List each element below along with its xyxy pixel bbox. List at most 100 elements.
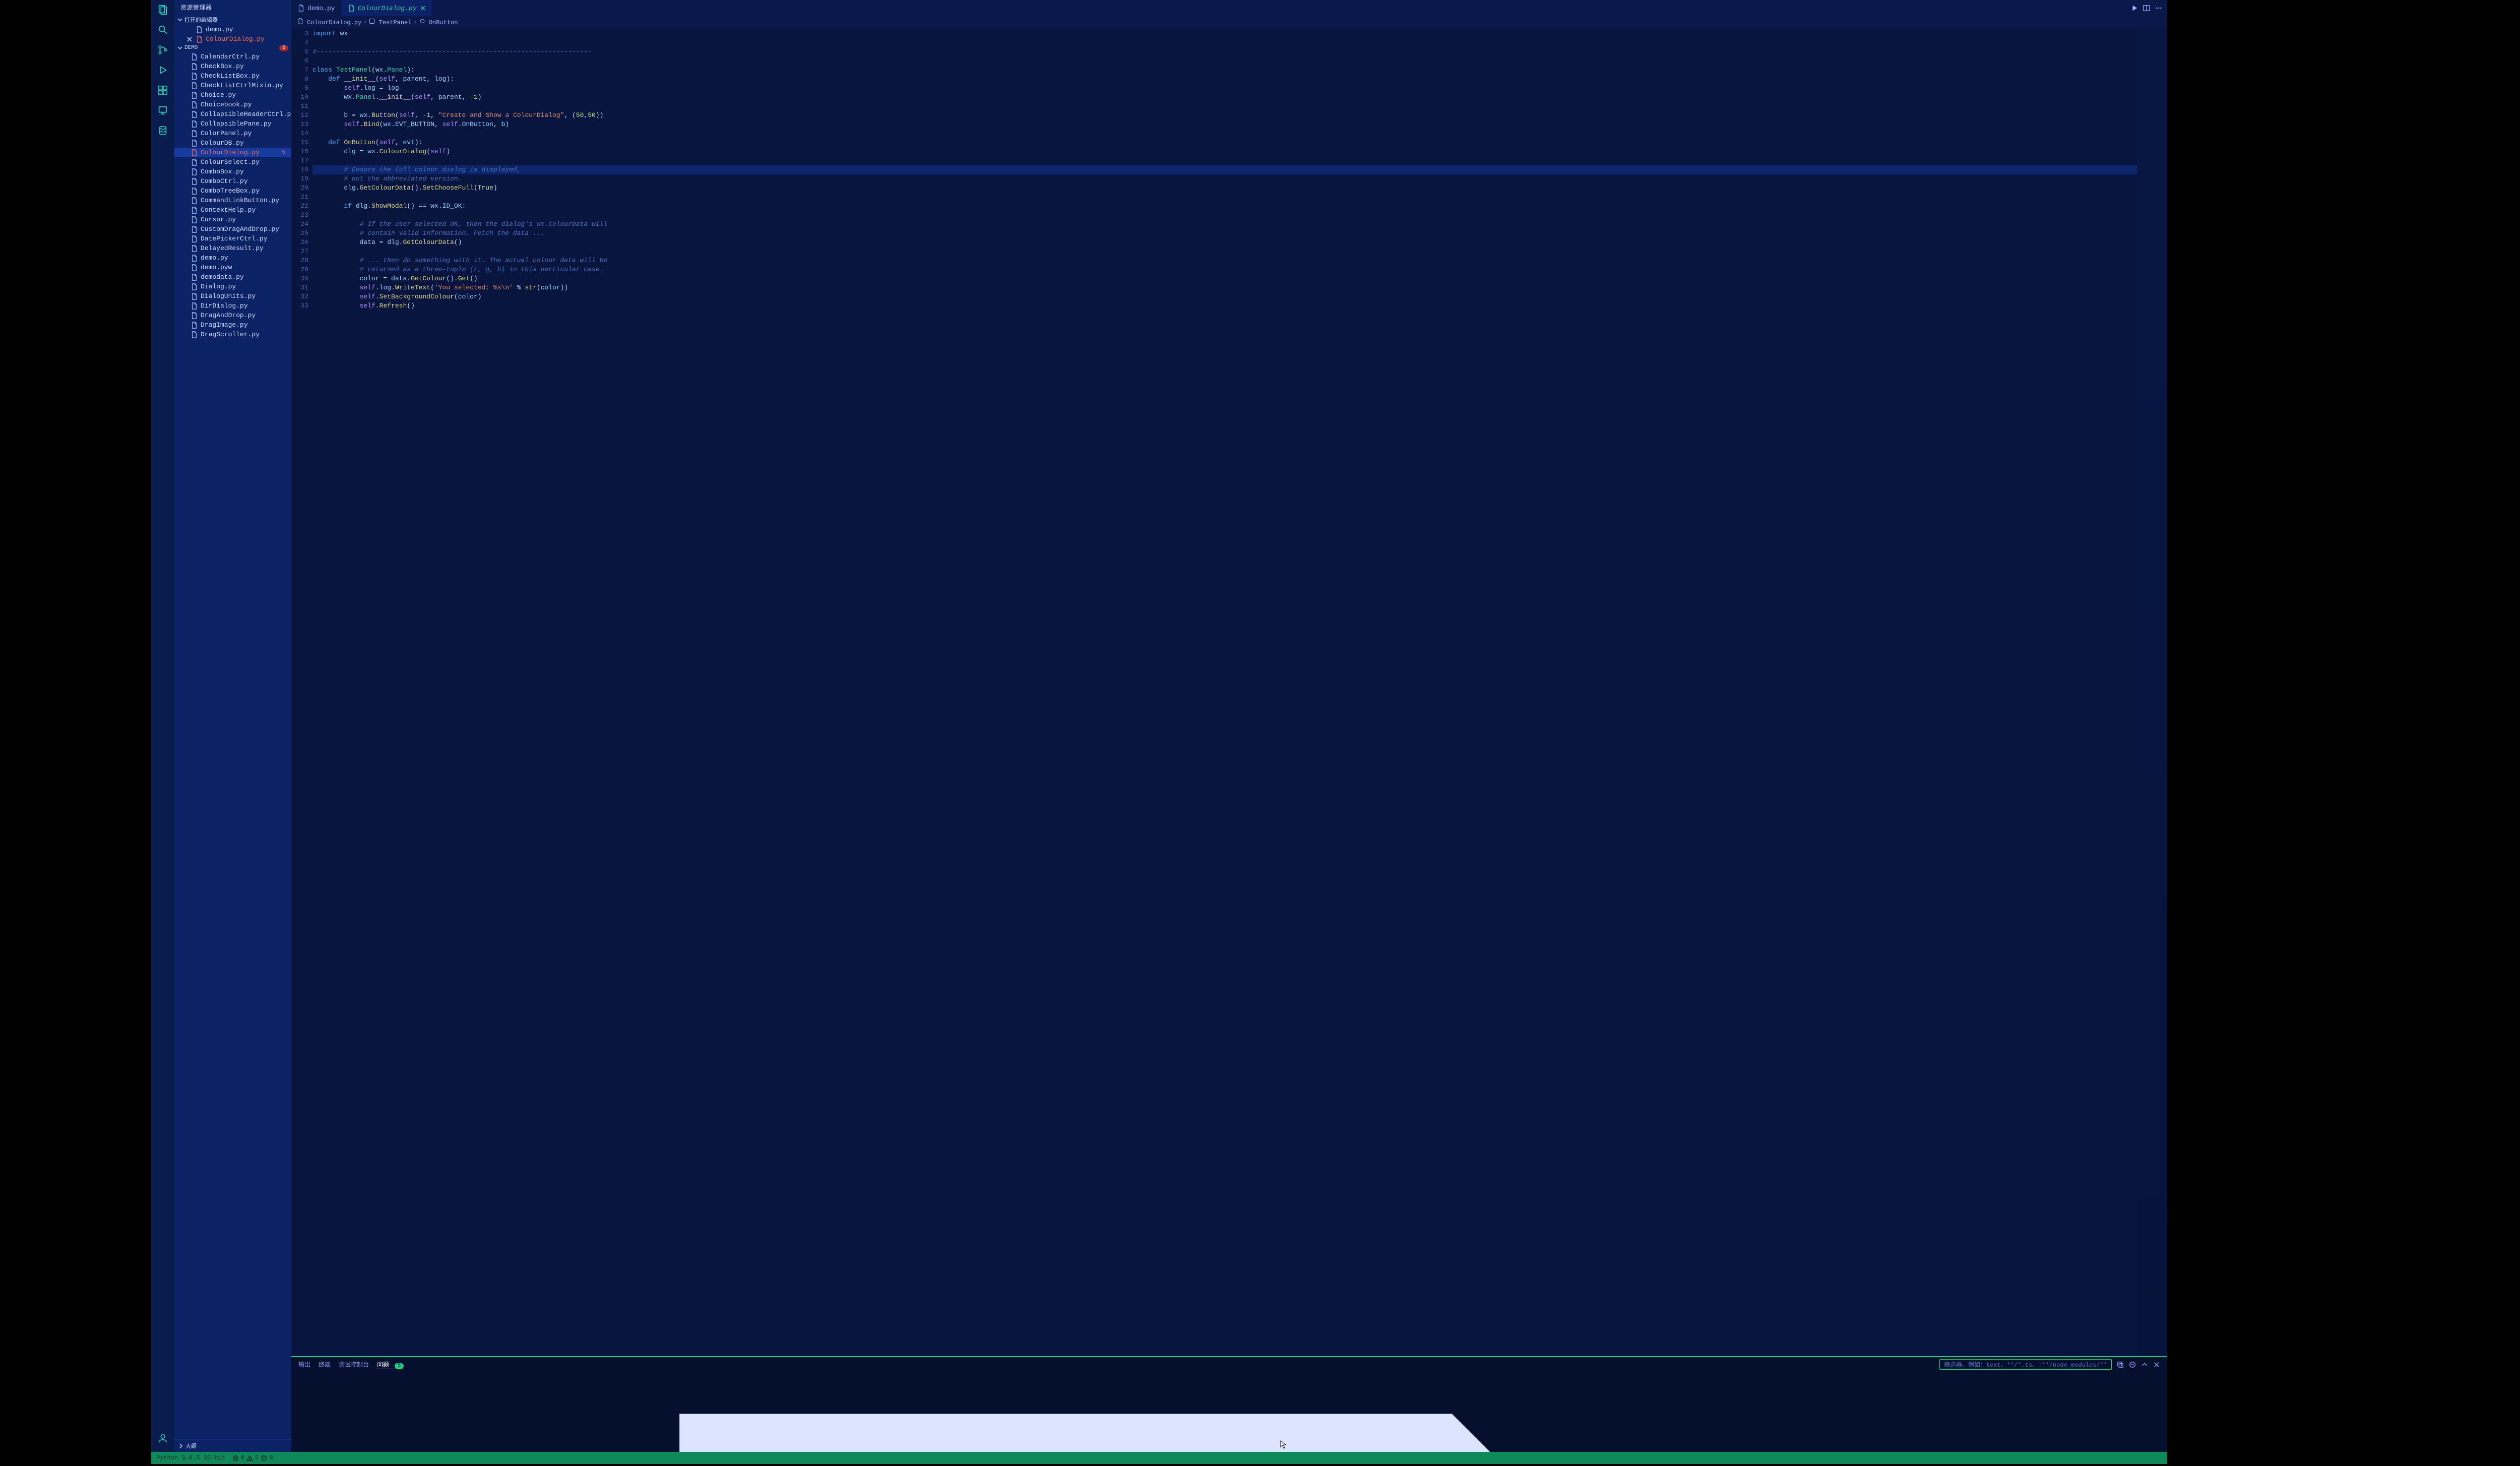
file-tree-item[interactable]: DragImage.py (174, 320, 291, 330)
file-icon (191, 207, 198, 214)
maximize-panel-icon[interactable] (2141, 1361, 2148, 1368)
file-tree-item[interactable]: CollapsibleHeaderCtrl.py (174, 109, 291, 119)
account-icon[interactable] (157, 1433, 168, 1444)
file-icon (191, 53, 198, 60)
file-tree-item[interactable]: Choice.py (174, 90, 291, 100)
open-editor-item[interactable]: ColourDialog.py (174, 34, 291, 44)
file-icon (191, 168, 198, 175)
file-tree-item[interactable]: CheckListBox.py (174, 71, 291, 81)
tab-problems[interactable]: 问题 5 (377, 1360, 404, 1369)
file-tree-item[interactable]: DirDialog.py (174, 301, 291, 311)
open-editors-list: demo.pyColourDialog.py (174, 25, 291, 44)
file-tree-item[interactable]: ComboCtrl.py (174, 176, 291, 186)
database-icon[interactable] (157, 125, 168, 136)
code-editor[interactable]: 3456789101112131415161718192021222324252… (291, 28, 2167, 1356)
run-debug-icon[interactable] (157, 65, 168, 76)
file-tree-item[interactable]: DialogUnits.py (174, 291, 291, 301)
file-tree-item[interactable]: CustomDragAndDrop.py (174, 224, 291, 234)
search-icon[interactable] (157, 24, 168, 35)
source-control-icon[interactable] (157, 44, 168, 55)
remote-icon[interactable] (157, 105, 168, 116)
file-tree-item[interactable]: DragScroller.py (174, 330, 291, 339)
file-icon (191, 245, 198, 252)
file-icon (191, 216, 198, 223)
file-icon (196, 26, 203, 33)
file-tree-item[interactable]: DelayedResult.py (174, 243, 291, 253)
chevron-right-icon (178, 1443, 183, 1448)
file-tree-item[interactable]: ColorPanel.py (174, 129, 291, 138)
breadcrumb-item[interactable]: OnButton (419, 18, 458, 26)
file-icon (305, 1375, 2092, 1452)
split-editor-icon[interactable] (2143, 5, 2150, 12)
file-tree-item[interactable]: DatePickerCtrl.py (174, 234, 291, 243)
open-editor-item[interactable]: demo.py (174, 25, 291, 34)
file-icon (191, 140, 198, 147)
editor-tab[interactable]: ColourDialog.py (342, 0, 432, 16)
file-problem-badge: 5 (282, 150, 288, 156)
file-tree-item[interactable]: ComboBox.py (174, 167, 291, 176)
file-icon (191, 331, 198, 338)
problems-list: ColourDialog.py 5 Module 'wx' has no 'Pa… (291, 1372, 2167, 1452)
extensions-icon[interactable] (157, 85, 168, 96)
tab-terminal[interactable]: 终端 (319, 1360, 331, 1369)
file-tree-item[interactable]: ColourSelect.py (174, 157, 291, 167)
file-tree-item[interactable]: CollapsiblePane.py (174, 119, 291, 129)
problems-file-group[interactable]: ColourDialog.py 5 (294, 1373, 2164, 1452)
code-content[interactable]: import wx #-----------------------------… (312, 28, 2137, 1356)
close-icon[interactable] (186, 36, 193, 42)
file-icon (191, 312, 198, 319)
file-tree-item[interactable]: demo.pyw (174, 263, 291, 272)
file-tree-item[interactable]: CheckBox.py (174, 62, 291, 71)
file-icon (191, 274, 198, 281)
file-tree-item[interactable]: CalendarCtrl.py (174, 52, 291, 62)
close-panel-icon[interactable] (2153, 1361, 2160, 1368)
minimap[interactable] (2137, 28, 2167, 1356)
folder-header[interactable]: DEMO 5 (174, 44, 291, 52)
file-icon (191, 159, 198, 166)
file-icon (191, 188, 198, 195)
close-icon[interactable] (420, 5, 426, 11)
warning-icon (246, 1455, 253, 1461)
status-errors[interactable]: 0 5 0 (232, 1454, 273, 1461)
error-icon (232, 1455, 239, 1461)
file-icon (191, 264, 198, 271)
file-tree-item[interactable]: ContextHelp.py (174, 205, 291, 215)
explorer-icon[interactable] (157, 4, 168, 15)
file-tree-item[interactable]: Cursor.py (174, 215, 291, 224)
file-tree-item[interactable]: ColourDialog.py5 (174, 148, 291, 157)
file-tree-item[interactable]: Dialog.py (174, 282, 291, 291)
breadcrumbs[interactable]: ColourDialog.py› TestPanel› OnButton (291, 16, 2167, 28)
file-icon (191, 101, 198, 108)
problems-filter-input[interactable]: 筛选器。例如：text、**/*.ts、!**/node_modules/** (1939, 1359, 2112, 1370)
file-tree-item[interactable]: demo.py (174, 253, 291, 263)
run-file-icon[interactable] (2131, 5, 2138, 12)
file-tree-item[interactable]: ComboTreeBox.py (174, 186, 291, 196)
file-tree-item[interactable]: DragAndDrop.py (174, 311, 291, 320)
outline-header[interactable]: 大纲 (174, 1440, 291, 1452)
more-icon[interactable] (2155, 5, 2162, 12)
file-tree-item[interactable]: CommandLinkButton.py (174, 196, 291, 205)
status-python[interactable]: Python 3.6.5 32-bit (156, 1454, 225, 1461)
open-editors-header[interactable]: 打开的编辑器 (174, 15, 291, 25)
file-tree-item[interactable]: CheckListCtrlMixin.py (174, 81, 291, 90)
tab-debug-console[interactable]: 调试控制台 (339, 1360, 369, 1369)
file-icon (191, 120, 198, 128)
breadcrumb-item[interactable]: TestPanel (369, 18, 411, 26)
file-tree-item[interactable]: Choicebook.py (174, 100, 291, 109)
file-icon (191, 63, 198, 70)
tabbar-actions (2126, 0, 2167, 16)
editor-tab[interactable]: demo.py (291, 0, 342, 16)
file-icon (191, 73, 198, 80)
mouse-cursor (1280, 1440, 1287, 1450)
collapse-all-icon[interactable] (2117, 1361, 2124, 1368)
breadcrumb-item[interactable]: ColourDialog.py (297, 18, 361, 26)
file-list: CalendarCtrl.pyCheckBox.pyCheckListBox.p… (174, 52, 291, 339)
chevron-down-icon (177, 17, 182, 22)
file-tree-item[interactable]: demodata.py (174, 272, 291, 282)
method-icon (419, 18, 425, 24)
file-icon (297, 5, 304, 12)
clear-icon[interactable] (2129, 1361, 2136, 1368)
file-tree-item[interactable]: ColourDB.py (174, 138, 291, 148)
file-icon (191, 111, 198, 118)
tab-output[interactable]: 输出 (298, 1360, 310, 1369)
